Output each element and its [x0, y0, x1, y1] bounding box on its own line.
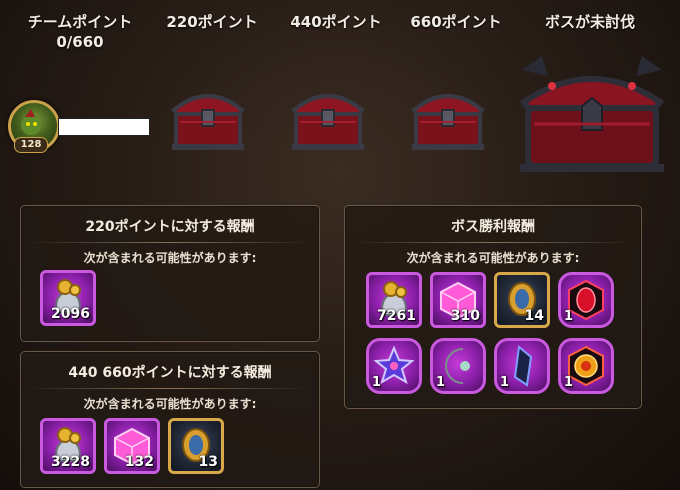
reward-item[interactable]: 3228: [40, 418, 96, 474]
reward-item[interactable]: 14: [494, 272, 550, 328]
item-quantity: 3228: [51, 454, 90, 470]
reward-item[interactable]: 2096: [40, 270, 96, 326]
item-quantity: 1: [564, 309, 574, 324]
item-quantity: 1: [564, 375, 574, 390]
milestone-440-label: 440ポイント: [290, 13, 382, 31]
item-quantity: 13: [198, 454, 218, 470]
item-quantity: 14: [524, 308, 544, 324]
reward-item[interactable]: 1: [366, 338, 422, 394]
reward-item[interactable]: 132: [104, 418, 160, 474]
reward-item[interactable]: 1: [430, 338, 486, 394]
team-points-header: チームポイント 0/660: [10, 12, 150, 52]
panel-220-divider: [27, 242, 313, 243]
chest-660-icon[interactable]: [408, 80, 488, 154]
panel-440-divider: [27, 388, 313, 389]
panel-440-items: 3228 132 13: [40, 418, 224, 474]
player-name-bar: [58, 118, 150, 136]
item-quantity: 1: [500, 375, 510, 390]
reward-item[interactable]: 1: [558, 338, 614, 394]
boss-chest-icon[interactable]: [512, 50, 672, 175]
item-quantity: 2096: [51, 306, 90, 322]
panel-440-title: 440 660ポイントに対する報酬: [68, 365, 272, 381]
milestone-660-label: 660ポイント: [410, 13, 502, 31]
reward-item[interactable]: 7261: [366, 272, 422, 328]
reward-item[interactable]: 1: [558, 272, 614, 328]
panel-boss-divider: [351, 242, 635, 243]
team-points-label: チームポイント: [27, 13, 133, 31]
panel-boss-subtitle: 次が含まれる可能性があります:: [406, 251, 580, 265]
item-quantity: 1: [372, 375, 382, 390]
panel-220-subtitle: 次が含まれる可能性があります:: [83, 251, 257, 265]
panel-220-title: 220ポイントに対する報酬: [85, 219, 255, 235]
player-level-badge: 128: [14, 137, 48, 153]
chest-440-icon[interactable]: [288, 80, 368, 154]
item-quantity: 7261: [377, 308, 416, 324]
panel-440-subtitle: 次が含まれる可能性があります:: [83, 397, 257, 411]
team-points-value: 0/660: [56, 33, 104, 51]
item-quantity: 132: [124, 454, 154, 470]
item-quantity: 310: [450, 308, 480, 324]
reward-item[interactable]: 310: [430, 272, 486, 328]
panel-boss-items: 7261 310 14 1 1 1 1 1: [366, 272, 636, 394]
item-quantity: 1: [436, 375, 446, 390]
milestone-220-label: 220ポイント: [166, 13, 258, 31]
reward-item[interactable]: 1: [494, 338, 550, 394]
panel-220-items: 2096: [40, 270, 96, 326]
reward-item[interactable]: 13: [168, 418, 224, 474]
boss-status-label: ボスが未討伐: [544, 13, 635, 31]
panel-boss-title: ボス勝利報酬: [451, 219, 535, 235]
chest-220-icon[interactable]: [168, 80, 248, 154]
